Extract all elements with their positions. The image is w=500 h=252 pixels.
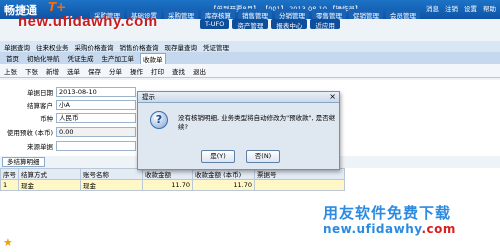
- menu-item[interactable]: 库存核算: [201, 9, 235, 20]
- sub-menu: T-UFO 资产管理 报表中心 近应用: [200, 19, 340, 30]
- quick-link[interactable]: 采购价格查询: [73, 42, 116, 52]
- cell-amount[interactable]: 11.70: [142, 179, 193, 191]
- grid-header-row: 序号 结算方式 账号名称 收款金额 收款金额 (本币) 票据号: [0, 168, 345, 180]
- date-field[interactable]: 2013-08-10: [56, 86, 136, 97]
- top-right-links: 消息 注销 设置 帮助: [426, 3, 496, 13]
- date-row: 单据日期 2013-08-10: [2, 86, 136, 97]
- yes-button[interactable]: 是(Y): [201, 150, 235, 163]
- cell-bill-no[interactable]: [254, 179, 345, 191]
- col-header-account[interactable]: 账号名称: [80, 168, 143, 180]
- tab-home[interactable]: 首页: [4, 53, 21, 63]
- toolbar-print-button[interactable]: 打印: [151, 66, 164, 76]
- menu-item[interactable]: 采购管理: [164, 9, 198, 20]
- currency-row: 币种 人民币: [2, 112, 136, 123]
- currency-label: 币种: [40, 114, 53, 123]
- brand-url: new.ufidawhy.com: [323, 222, 456, 236]
- brand-url-main: new.ufidawhy: [323, 222, 422, 236]
- tab-production-order[interactable]: 生产加工单: [100, 53, 137, 63]
- quick-links-bar: 单据查询 往来权业务 采购价格查询 销售价格查询 现存量查询 凭证管理: [0, 41, 500, 52]
- col-header-method[interactable]: 结算方式: [18, 168, 81, 180]
- top-link-help[interactable]: 帮助: [483, 3, 496, 13]
- currency-field[interactable]: 人民币: [56, 112, 136, 123]
- brand-watermark: 用友软件免费下载: [323, 204, 452, 222]
- quick-link[interactable]: 往来权业务: [34, 42, 71, 52]
- close-icon[interactable]: ×: [329, 92, 336, 102]
- cell-amount-local[interactable]: 11.70: [192, 179, 255, 191]
- quick-link[interactable]: 现存量查询: [163, 42, 200, 52]
- toolbar-new-button[interactable]: 新增: [46, 66, 59, 76]
- toolbar-find-button[interactable]: 查找: [172, 66, 185, 76]
- top-link-logout[interactable]: 注销: [445, 3, 458, 13]
- star-icon: ★: [3, 236, 13, 249]
- tab-init-guide[interactable]: 初始化导航: [25, 53, 62, 63]
- toolbar-next-button[interactable]: 下张: [25, 66, 38, 76]
- settlement-detail-tab[interactable]: 多结算明细: [2, 157, 45, 167]
- menu-item[interactable]: 资产管理: [232, 19, 269, 30]
- menu-item[interactable]: 促销管理: [349, 9, 383, 20]
- prepay-field[interactable]: 0.00: [56, 126, 136, 137]
- prepay-label: 使用预收 (本币): [6, 128, 53, 137]
- menu-item[interactable]: 零售管理: [312, 9, 346, 20]
- date-label: 单据日期: [27, 88, 53, 97]
- quick-link[interactable]: 凭证管理: [201, 42, 231, 52]
- menu-item[interactable]: 分销管理: [275, 9, 309, 20]
- customer-row: 结算客户 小A: [2, 99, 136, 110]
- cell-seq: 1: [0, 179, 19, 191]
- dialog-message: 没有核销明细, 业务类型将自动修改为"预收款", 是否继续?: [178, 114, 336, 131]
- col-header-amount-local[interactable]: 收款金额 (本币): [192, 168, 255, 180]
- toolbar-select-button[interactable]: 选单: [67, 66, 80, 76]
- quick-link[interactable]: 销售价格查询: [118, 42, 161, 52]
- toolbar-action-button[interactable]: 操作: [130, 66, 143, 76]
- confirm-dialog: 提示 × ? 没有核销明细, 业务类型将自动修改为"预收款", 是否继续? 是(…: [137, 91, 340, 170]
- menu-item[interactable]: T-UFO: [200, 19, 230, 29]
- dialog-title: 提示: [138, 92, 339, 103]
- source-label: 来源单据: [27, 142, 53, 151]
- table-row[interactable]: 1 现金 现金 11.70 11.70: [0, 179, 345, 191]
- col-header-bill-no[interactable]: 票据号: [254, 168, 345, 180]
- toolbar-prev-button[interactable]: 上张: [4, 66, 17, 76]
- toolbar: 上张 下张 新增 选单 保存 分单 操作 打印 查找 退出: [0, 64, 500, 78]
- tab-receipt[interactable]: 收款单: [140, 52, 166, 64]
- menu-item[interactable]: 销售管理: [238, 9, 272, 20]
- top-link-settings[interactable]: 设置: [464, 3, 477, 13]
- col-header-seq[interactable]: 序号: [0, 168, 19, 180]
- customer-label: 结算客户: [27, 101, 53, 110]
- quick-link[interactable]: 单据查询: [2, 42, 32, 52]
- watermark-url: new.ufidawhy.com: [18, 13, 158, 30]
- cell-account[interactable]: 现金: [80, 179, 143, 191]
- menu-item[interactable]: 近应用: [310, 19, 340, 30]
- source-field[interactable]: [56, 140, 136, 151]
- app-logo-badge: T+: [48, 0, 67, 14]
- tab-bar: 首页 初始化导航 凭证生成 生产加工单 收款单: [0, 52, 500, 64]
- prepay-row: 使用预收 (本币) 0.00: [2, 126, 136, 137]
- toolbar-exit-button[interactable]: 退出: [193, 66, 206, 76]
- toolbar-split-button[interactable]: 分单: [109, 66, 122, 76]
- menu-item[interactable]: 报表中心: [271, 19, 308, 30]
- source-row: 来源单据: [2, 140, 136, 151]
- top-link-messages[interactable]: 消息: [426, 3, 439, 13]
- no-button[interactable]: 否(N): [246, 150, 280, 163]
- question-icon: ?: [150, 111, 168, 129]
- brand-url-suffix: .com: [421, 222, 456, 236]
- customer-field[interactable]: 小A: [56, 99, 136, 110]
- toolbar-save-button[interactable]: 保存: [88, 66, 101, 76]
- menu-item[interactable]: 会员管理: [386, 9, 420, 20]
- col-header-amount[interactable]: 收款金额: [142, 168, 193, 180]
- cell-method[interactable]: 现金: [18, 179, 81, 191]
- tab-voucher-gen[interactable]: 凭证生成: [66, 53, 96, 63]
